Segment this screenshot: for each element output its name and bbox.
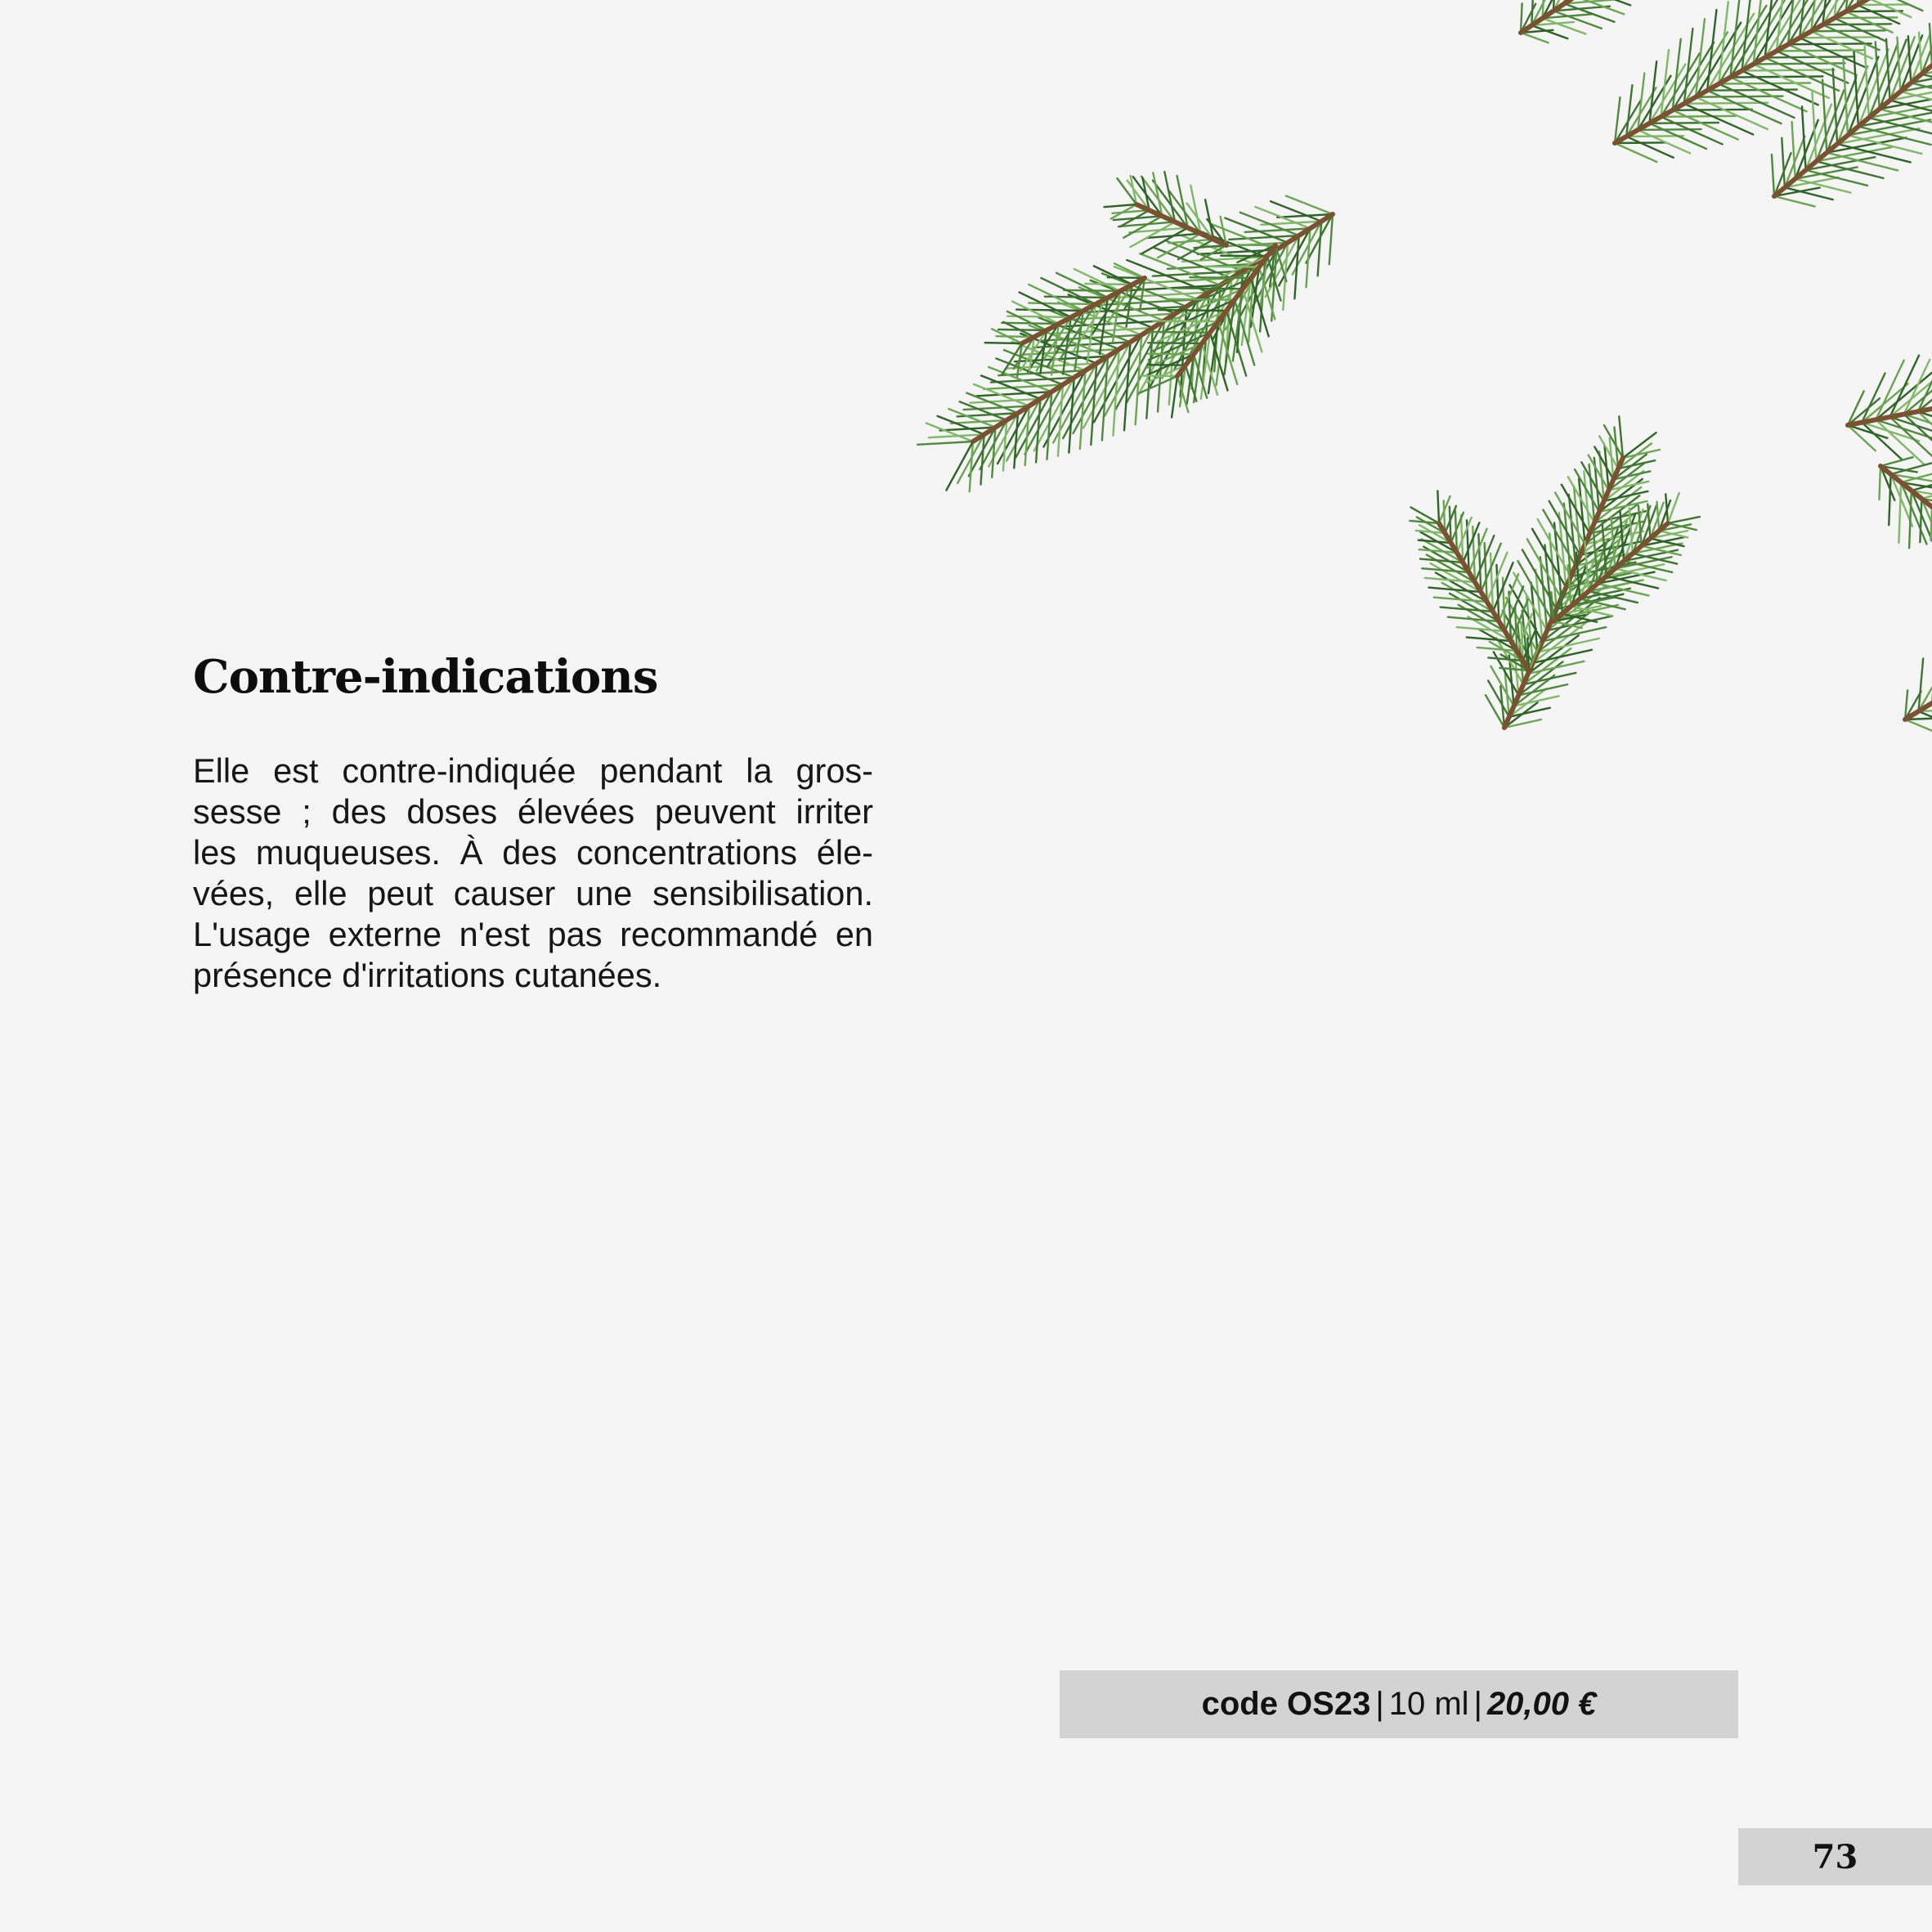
section-heading: Contre-indications	[193, 650, 658, 704]
text-line: Elle est contre-indiquée pendant la gros…	[193, 751, 873, 790]
text-line: vées, elle peut causer une sensibilisati…	[193, 874, 873, 912]
product-info-bar: code OS23 | 10 ml | 20,00 €	[1060, 1670, 1738, 1738]
separator: |	[1375, 1686, 1384, 1722]
product-volume: 10 ml	[1388, 1686, 1469, 1722]
text-line: sesse ; des doses élevées peuvent irrite…	[193, 792, 873, 831]
contraindications-text: Elle est contre-indiquée pendant la gros…	[193, 751, 873, 996]
text-line: présence d'irritations cutanées.	[193, 956, 662, 994]
page-number: 73	[1738, 1828, 1932, 1885]
catalog-page: Contre-indications Elle est contre-indiq…	[0, 0, 1932, 1932]
text-line: les muqueuses. À des concentrations éle-	[193, 833, 873, 872]
separator: |	[1473, 1686, 1482, 1722]
text-line: L'usage externe n'est pas recommandé en	[193, 915, 873, 953]
product-code: code OS23	[1201, 1686, 1371, 1722]
product-price: 20,00 €	[1486, 1686, 1597, 1722]
